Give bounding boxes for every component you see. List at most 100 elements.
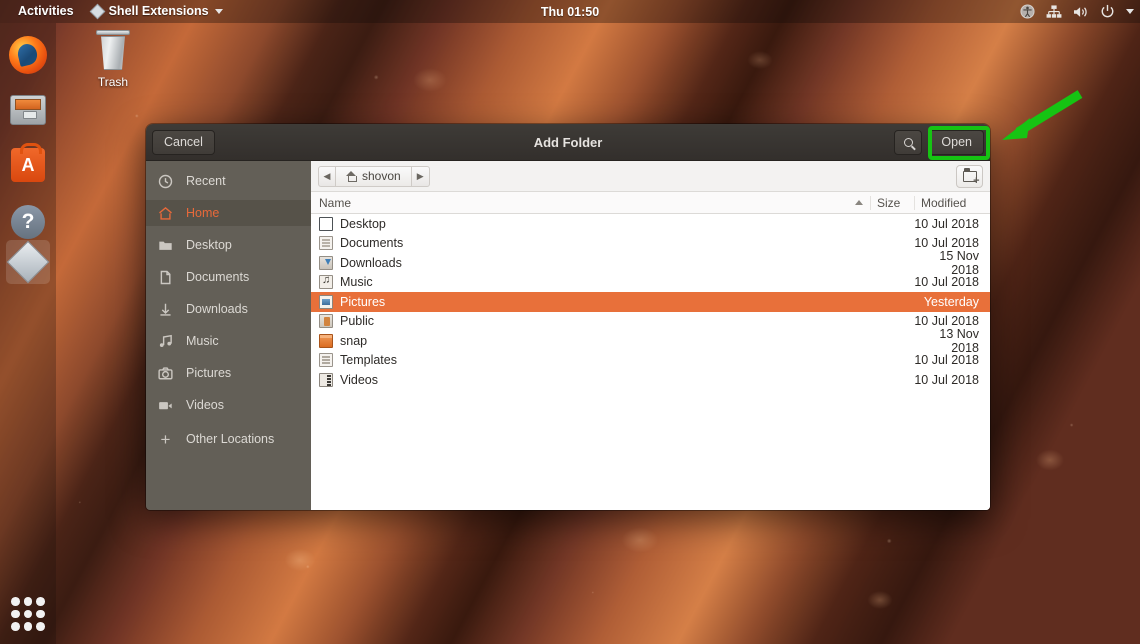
sidebar-item-other-locations[interactable]: + Other Locations bbox=[146, 426, 311, 452]
trash-icon bbox=[101, 36, 125, 70]
music-icon bbox=[157, 333, 174, 350]
documents-folder-icon bbox=[319, 236, 333, 251]
ubuntu-software-icon: A bbox=[11, 143, 45, 182]
accessibility-icon[interactable] bbox=[1020, 4, 1035, 19]
volume-icon[interactable] bbox=[1073, 5, 1089, 19]
download-icon bbox=[157, 301, 174, 318]
file-browser-pane: ◀ shovon ▶ Name Size Modified bbox=[311, 161, 990, 510]
path-back-button[interactable]: ◀ bbox=[318, 165, 336, 187]
clock-icon bbox=[157, 173, 174, 190]
network-icon[interactable] bbox=[1046, 4, 1062, 19]
file-list: Desktop 10 Jul 2018 Documents 10 Jul 201… bbox=[311, 214, 990, 510]
sidebar-item-desktop[interactable]: Desktop bbox=[146, 232, 311, 258]
table-row[interactable]: Videos 10 Jul 2018 bbox=[311, 370, 990, 390]
file-modified: Yesterday bbox=[923, 294, 979, 309]
downloads-folder-icon bbox=[319, 255, 333, 270]
show-applications-button[interactable] bbox=[11, 597, 45, 631]
firefox-icon bbox=[9, 36, 47, 74]
column-header-name[interactable]: Name bbox=[311, 196, 870, 210]
file-modified: 13 Nov 2018 bbox=[939, 326, 979, 355]
grid-dot bbox=[11, 597, 20, 606]
sidebar-item-label: Videos bbox=[186, 398, 224, 412]
snap-folder-icon bbox=[319, 333, 333, 348]
table-row[interactable]: Pictures Yesterday bbox=[311, 292, 990, 312]
grid-dot bbox=[23, 609, 33, 619]
music-folder-icon bbox=[319, 274, 333, 290]
sidebar-item-downloads[interactable]: Downloads bbox=[146, 296, 311, 322]
dock-item-help[interactable]: ? bbox=[6, 200, 50, 244]
sidebar-item-pictures[interactable]: Pictures bbox=[146, 360, 311, 386]
favorites-dock: A ? bbox=[0, 23, 56, 644]
table-row[interactable]: Public 10 Jul 2018 bbox=[311, 312, 990, 332]
cancel-button[interactable]: Cancel bbox=[152, 129, 215, 155]
desktop-folder-icon bbox=[319, 216, 333, 231]
file-modified: 10 Jul 2018 bbox=[914, 372, 979, 387]
videos-folder-icon bbox=[319, 372, 333, 387]
grid-dot bbox=[11, 609, 20, 619]
table-row[interactable]: snap 13 Nov 2018 bbox=[311, 327, 990, 355]
dialog-headerbar: Cancel Add Folder Open bbox=[146, 124, 990, 161]
home-icon bbox=[157, 205, 174, 222]
file-name: Public bbox=[340, 314, 375, 329]
folder-icon bbox=[157, 237, 174, 254]
app-menu-label: Shell Extensions bbox=[108, 4, 209, 18]
grid-dot bbox=[23, 622, 33, 631]
table-row[interactable]: Documents 10 Jul 2018 bbox=[311, 234, 990, 254]
app-menu-button[interactable]: Shell Extensions bbox=[83, 0, 232, 23]
search-button[interactable] bbox=[894, 129, 923, 155]
sidebar-item-label: Desktop bbox=[186, 238, 232, 252]
dock-item-ubuntu-software[interactable]: A bbox=[6, 143, 50, 187]
breadcrumb-shovon[interactable]: shovon bbox=[336, 165, 412, 187]
chevron-down-icon[interactable] bbox=[1126, 9, 1134, 14]
new-folder-icon bbox=[962, 167, 980, 187]
table-row[interactable]: Desktop 10 Jul 2018 bbox=[311, 214, 990, 234]
plus-icon: + bbox=[160, 429, 171, 449]
column-headers: Name Size Modified bbox=[311, 192, 990, 214]
new-folder-button[interactable] bbox=[956, 164, 983, 188]
file-chooser-dialog: Cancel Add Folder Open Recent Home Deskt… bbox=[146, 124, 990, 510]
status-indicators[interactable] bbox=[1020, 0, 1134, 23]
dock-item-firefox[interactable] bbox=[6, 33, 50, 77]
sidebar-item-music[interactable]: Music bbox=[146, 328, 311, 354]
trash-lid-icon bbox=[96, 30, 130, 35]
file-modified: 10 Jul 2018 bbox=[914, 216, 979, 231]
grid-dot bbox=[36, 597, 45, 606]
table-row[interactable]: Music 10 Jul 2018 bbox=[311, 273, 990, 293]
open-button[interactable]: Open bbox=[929, 129, 984, 155]
file-name: Documents bbox=[340, 236, 404, 251]
column-header-size[interactable]: Size bbox=[870, 195, 914, 210]
places-sidebar: Recent Home Desktop Documents Downloads … bbox=[146, 161, 311, 510]
table-row[interactable]: Downloads 15 Nov 2018 bbox=[311, 249, 990, 277]
sidebar-item-home[interactable]: Home bbox=[146, 200, 311, 226]
pictures-folder-icon bbox=[319, 294, 333, 309]
file-name: Pictures bbox=[340, 294, 386, 309]
power-icon[interactable] bbox=[1100, 4, 1115, 19]
camera-icon bbox=[157, 365, 174, 382]
activities-button[interactable]: Activities bbox=[9, 0, 83, 23]
file-name: Desktop bbox=[340, 216, 386, 231]
gnome-top-bar: Activities Shell Extensions Thu 01:50 bbox=[0, 0, 1140, 23]
sidebar-item-documents[interactable]: Documents bbox=[146, 264, 311, 290]
breadcrumb-label: shovon bbox=[362, 169, 401, 183]
sidebar-item-recent[interactable]: Recent bbox=[146, 168, 311, 194]
help-icon: ? bbox=[11, 205, 45, 239]
desktop-icon-trash[interactable]: Trash bbox=[83, 30, 143, 89]
diamond-icon bbox=[89, 3, 105, 20]
file-name: Music bbox=[340, 275, 373, 290]
path-forward-button[interactable]: ▶ bbox=[411, 165, 430, 187]
dialog-title: Add Folder bbox=[533, 134, 603, 150]
templates-folder-icon bbox=[319, 353, 333, 368]
shell-extensions-icon bbox=[6, 240, 50, 284]
chevron-down-icon bbox=[214, 9, 223, 14]
sidebar-item-label: Home bbox=[186, 206, 220, 220]
file-modified: 15 Nov 2018 bbox=[939, 248, 979, 277]
column-header-modified[interactable]: Modified bbox=[914, 195, 990, 210]
dock-item-file-archiver[interactable] bbox=[6, 88, 50, 132]
dock-item-shell-extensions[interactable] bbox=[6, 240, 50, 284]
sidebar-item-label: Documents bbox=[186, 270, 250, 284]
sidebar-item-videos[interactable]: Videos bbox=[146, 392, 311, 418]
search-icon bbox=[903, 137, 913, 147]
file-name: Downloads bbox=[340, 255, 402, 270]
path-bar: ◀ shovon ▶ bbox=[311, 161, 990, 192]
table-row[interactable]: Templates 10 Jul 2018 bbox=[311, 351, 990, 371]
